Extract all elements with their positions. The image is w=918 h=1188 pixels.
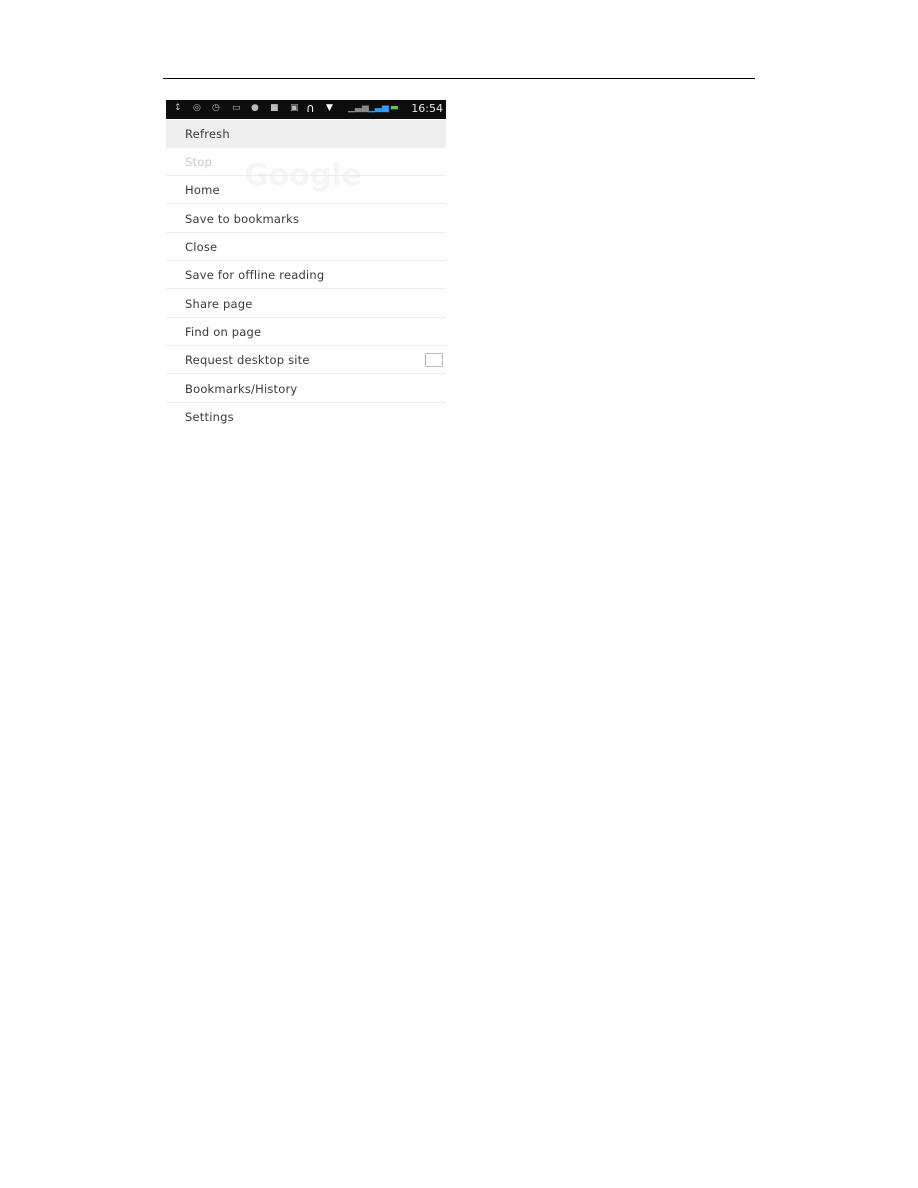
menu-item-stop: Stop [166, 148, 446, 176]
menu-item-save-to-bookmarks[interactable]: Save to bookmarks [166, 205, 446, 233]
menu-item-request-desktop-site[interactable]: Request desktop site [166, 346, 446, 374]
usb-icon: ↕ [174, 103, 182, 113]
menu-item-save-offline[interactable]: Save for offline reading [166, 261, 446, 289]
menu-item-share-page[interactable]: Share page [166, 290, 446, 318]
menu-item-home[interactable]: Home [166, 176, 446, 204]
signal-icon: ▁▃▅ [368, 103, 389, 113]
menu-item-find-on-page[interactable]: Find on page [166, 318, 446, 346]
status-bar: ↕ ◎ ◷ ▭ ● ■ ▣ ∩ ▼ ▁▃▅ ▁▃▅ ▬ 16:54 [166, 100, 446, 119]
document-page: Google ↕ ◎ ◷ ▭ ● ■ ▣ ∩ ▼ ▁▃▅ ▁▃▅ ▬ 16:54… [0, 0, 918, 1188]
clock: 16:54 [411, 102, 443, 115]
menu-item-bookmarks-history[interactable]: Bookmarks/History [166, 375, 446, 403]
wifi-icon: ▼ [326, 103, 333, 113]
headset-icon: ∩ [306, 101, 315, 115]
battery-icon: ▬ [390, 103, 399, 113]
desktop-site-checkbox[interactable] [425, 353, 443, 367]
clock-icon: ◷ [212, 103, 220, 113]
header-rule [163, 78, 755, 79]
record-icon: ● [251, 103, 259, 113]
phone-screenshot: Google ↕ ◎ ◷ ▭ ● ■ ▣ ∩ ▼ ▁▃▅ ▁▃▅ ▬ 16:54… [166, 100, 446, 432]
image-icon: ▭ [232, 103, 241, 113]
menu-item-refresh[interactable]: Refresh [166, 120, 446, 148]
menu-item-close[interactable]: Close [166, 233, 446, 261]
bluetooth-icon: ▣ [290, 103, 299, 113]
signal-icon: ▁▃▅ [348, 103, 369, 113]
lock-icon: ■ [270, 103, 279, 113]
menu-item-settings[interactable]: Settings [166, 403, 446, 431]
sync-icon: ◎ [193, 103, 201, 113]
